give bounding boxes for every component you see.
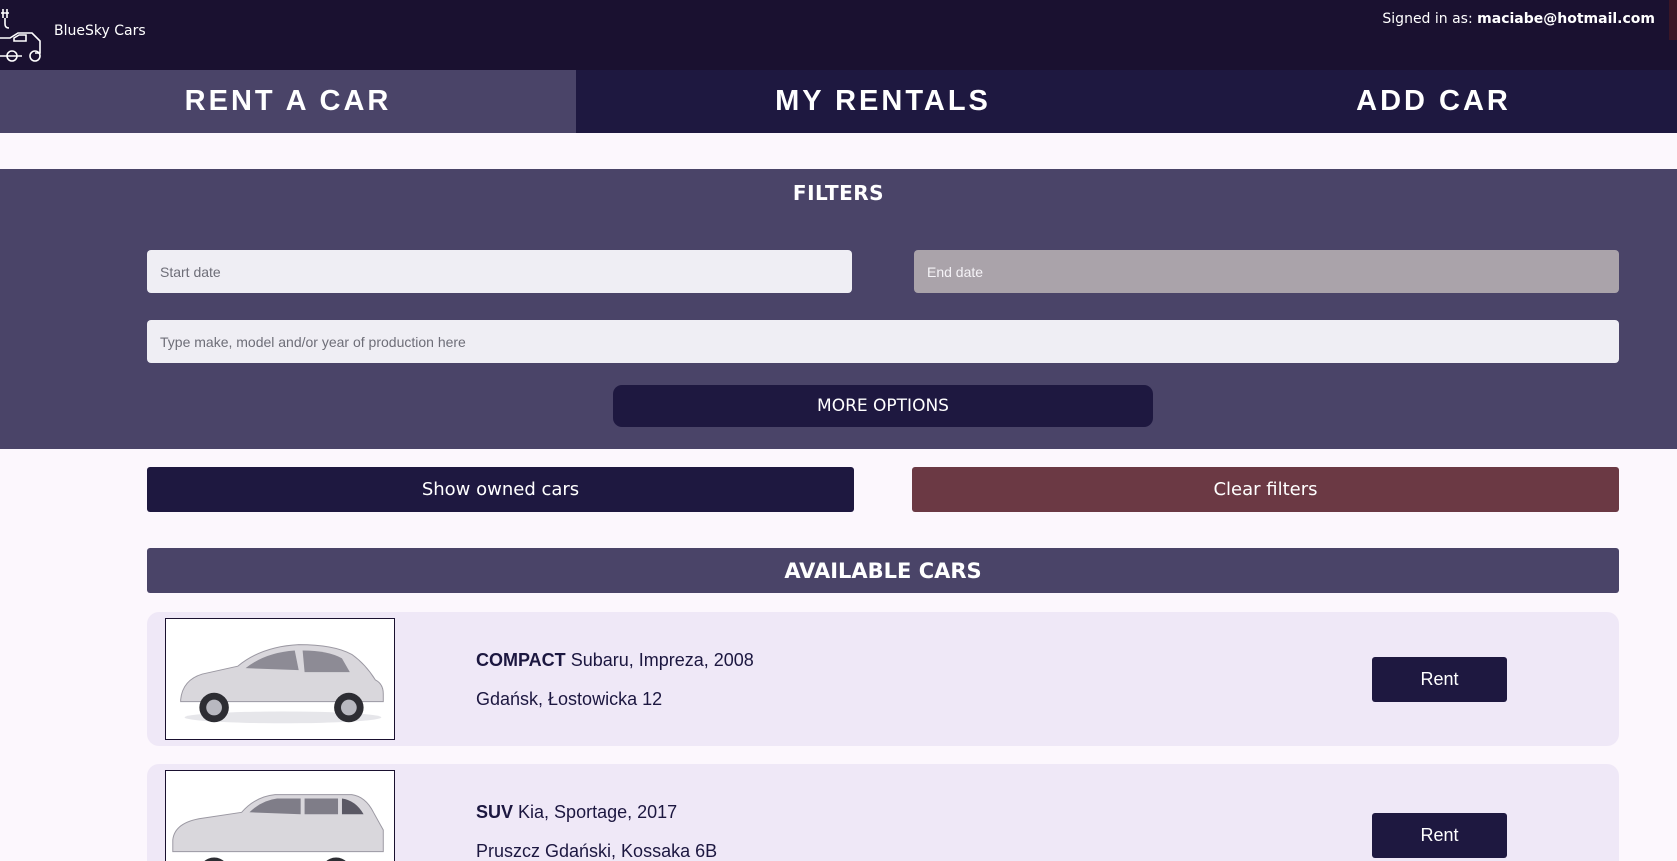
signed-in-label: Signed in as:: [1382, 11, 1473, 27]
search-input[interactable]: Type make, model and/or year of producti…: [147, 320, 1619, 363]
brand-name: BlueSky Cars: [54, 23, 146, 39]
start-date-placeholder: Start date: [160, 263, 221, 280]
top-bar: BlueSky Cars Signed in as: maciabe@hotma…: [0, 0, 1677, 70]
rent-button[interactable]: Rent: [1372, 813, 1507, 858]
search-placeholder: Type make, model and/or year of producti…: [160, 333, 466, 350]
signed-in-status: Signed in as: maciabe@hotmail.com: [1382, 11, 1655, 27]
tab-rent-a-car[interactable]: RENT A CAR: [0, 70, 576, 133]
brand[interactable]: BlueSky Cars: [0, 0, 146, 70]
car-location: Pruszcz Gdański, Kossaka 6B: [476, 841, 718, 861]
car-description: Subaru, Impreza, 2008: [570, 650, 754, 670]
more-options-button[interactable]: MORE OPTIONS: [613, 385, 1153, 427]
filters-title: FILTERS: [792, 181, 885, 205]
car-title: SUV Kia, Sportage, 2017: [476, 802, 677, 823]
suv-car-icon: [172, 794, 384, 861]
show-owned-cars-button[interactable]: Show owned cars: [147, 467, 854, 512]
car-title: COMPACT Subaru, Impreza, 2008: [476, 650, 754, 671]
top-accent: [1669, 0, 1677, 40]
suv-car-photo: [165, 770, 395, 861]
compact-car-icon: [180, 644, 384, 724]
tab-my-rentals[interactable]: MY RENTALS: [576, 70, 1190, 133]
end-date-input[interactable]: End date: [914, 250, 1619, 293]
car-category: COMPACT: [476, 650, 566, 670]
car-logo-icon: [0, 9, 41, 62]
available-cars-heading: AVAILABLE CARS: [147, 548, 1619, 593]
car-category: SUV: [476, 802, 514, 822]
car-list-item: SUV Kia, Sportage, 2017 Pruszcz Gdański,…: [147, 764, 1619, 861]
car-description: Kia, Sportage, 2017: [518, 802, 678, 822]
filters-panel: FILTERS Start date End date Type make, m…: [0, 169, 1677, 449]
signed-in-email: maciabe@hotmail.com: [1477, 11, 1655, 27]
tab-add-car[interactable]: ADD CAR: [1190, 70, 1677, 133]
rent-button[interactable]: Rent: [1372, 657, 1507, 702]
car-list-item: COMPACT Subaru, Impreza, 2008 Gdańsk, Ło…: [147, 612, 1619, 746]
start-date-input[interactable]: Start date: [147, 250, 852, 293]
compact-car-photo: [165, 618, 395, 740]
end-date-placeholder: End date: [927, 263, 984, 280]
clear-filters-button[interactable]: Clear filters: [912, 467, 1619, 512]
main-nav: RENT A CAR MY RENTALS ADD CAR: [0, 70, 1677, 133]
car-location: Gdańsk, Łostowicka 12: [476, 689, 663, 709]
